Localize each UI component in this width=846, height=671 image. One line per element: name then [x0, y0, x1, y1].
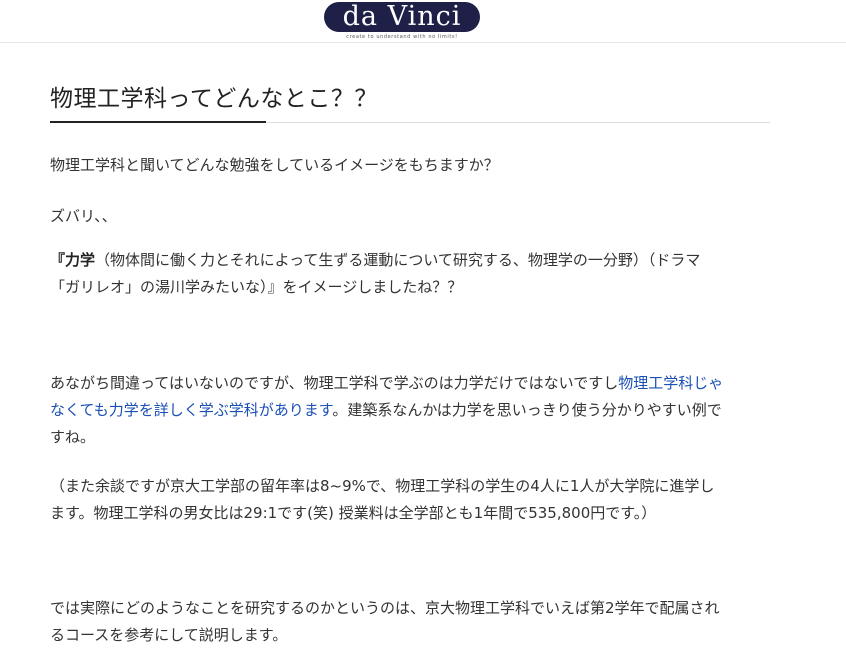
site-logo[interactable]: da Vinci — [324, 2, 480, 32]
title-divider-accent — [50, 121, 266, 123]
rikigaku-line2: 「ガリレオ」の湯川学みたいな）』をイメージしましたね？？ — [50, 278, 463, 296]
term-rikigaku: 力学 — [65, 251, 96, 269]
aside-line2: ます。物理工学科の男女比は29:1です(笑) 授業料は全学部とも1年間で535,… — [50, 504, 657, 522]
site-header: da Vinci create to understand with no li… — [0, 0, 846, 43]
logo-text: da Vinci — [342, 1, 462, 32]
rikigaku-definition: （物体間に働く力とそれによって生ずる運動について研究する、物理学の一分野）（ドラ… — [95, 251, 701, 269]
paragraph-intro: 物理工学科と聞いてどんな勉強をしているイメージをもちますか？ — [50, 156, 499, 174]
paragraph-courses: では実際にどのようなことを研究するのかというのは、京大物理工学科でいえば第2学年… — [50, 595, 770, 649]
paragraph-aside: （また余談ですが京大工学部の留年率は8~9%で、物理工学科の学生の4人に1人が大… — [50, 473, 770, 527]
quote-open: 『 — [50, 251, 66, 269]
courses-line2: るコースを参考にして説明します。 — [50, 626, 288, 644]
courses-line1: では実際にどのようなことを研究するのかというのは、京大物理工学科でいえば第2学年… — [50, 599, 720, 617]
aside-line1: （また余談ですが京大工学部の留年率は8~9%で、物理工学科の学生の4人に1人が大… — [50, 477, 715, 495]
article-title: 物理工学科ってどんなとこ？？ — [50, 86, 378, 112]
link-other-departments-2[interactable]: なくても力学を詳しく学ぶ学科があります — [50, 401, 332, 419]
paragraph-rikigaku: 『力学（物体間に働く力とそれによって生ずる運動について研究する、物理学の一分野）… — [50, 247, 770, 301]
paragraph-not-wrong: あながち間違ってはいないのですが、物理工学科で学ぶのは力学だけではないですし物理… — [50, 370, 770, 451]
p4-text-1: あながち間違ってはいないのですが、物理工学科で学ぶのは力学だけではないですし — [50, 374, 619, 392]
p4-text-2: 。建築系なんかは力学を思いっきり使う分かりやすい例で — [332, 401, 722, 419]
logo-tagline: create to understand with no limits! — [346, 34, 458, 40]
paragraph-zubari: ズバリ、、 — [50, 207, 117, 225]
p4-text-3: すね。 — [50, 428, 96, 446]
link-other-departments-1[interactable]: 物理工学科じゃ — [618, 374, 723, 392]
